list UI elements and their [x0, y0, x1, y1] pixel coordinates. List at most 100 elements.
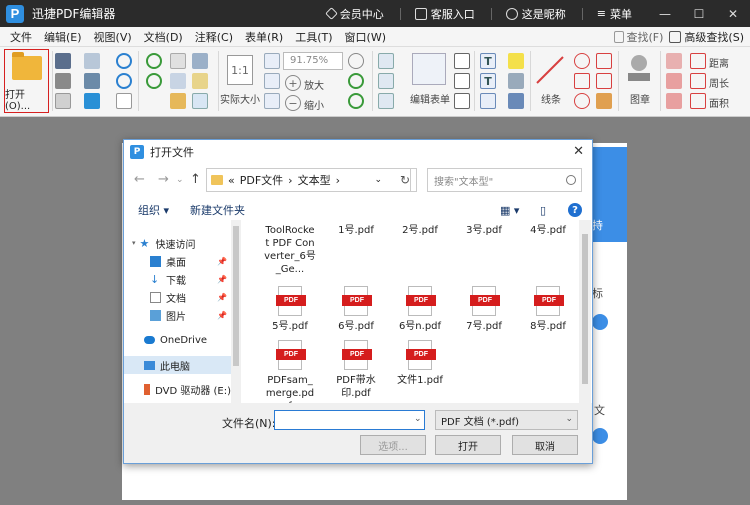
file-list-scrollbar[interactable] [579, 220, 591, 403]
nav-quick-access[interactable]: ▾ ★ 快速访问 [124, 234, 231, 252]
form-button-icon[interactable] [454, 93, 470, 109]
forward-icon[interactable] [146, 73, 162, 89]
redo-icon[interactable] [116, 73, 132, 89]
note-icon[interactable] [508, 53, 524, 69]
customer-service-link[interactable]: 客服入口 [414, 6, 475, 22]
minimize-button[interactable]: — [648, 7, 682, 21]
menu-tools[interactable]: 工具(T) [289, 29, 338, 45]
nav-onedrive[interactable]: OneDrive [124, 331, 231, 349]
ellipse-icon[interactable] [574, 53, 590, 69]
file-item-7[interactable]: PDF 7号.pdf [452, 286, 516, 333]
zoom-out-icon[interactable]: − [285, 95, 301, 111]
dialog-close-icon[interactable]: ✕ [573, 144, 584, 159]
distance-icon[interactable] [690, 53, 706, 69]
nav-documents[interactable]: 文档 📌 [124, 288, 231, 306]
nav-this-pc[interactable]: 此电脑 [124, 356, 231, 374]
nav-forward-icon[interactable]: → [158, 172, 169, 187]
breadcrumb-text-type[interactable]: 文本型 [298, 172, 331, 188]
menu-view[interactable]: 视图(V) [88, 29, 138, 45]
menu-form[interactable]: 表单(R) [239, 29, 289, 45]
file-item-6[interactable]: PDF 6号.pdf [324, 286, 388, 333]
nav-history-icon[interactable]: ⌄ [176, 175, 184, 185]
add-text-icon[interactable] [378, 73, 394, 89]
main-menu-button[interactable]: ≡ 菜单 [597, 6, 632, 22]
pin-icon[interactable]: 📌 [217, 293, 227, 302]
zoom-select[interactable]: 91.75% [283, 52, 343, 70]
preview-pane-icon[interactable]: ▯ [540, 204, 546, 217]
pin-icon[interactable]: 📌 [217, 311, 227, 320]
search-zoom-icon[interactable] [348, 53, 364, 69]
cloud-icon[interactable] [84, 93, 100, 109]
search-input[interactable]: 搜索"文本型" [427, 168, 582, 192]
file-item-pdf-watermark[interactable]: PDF PDF带水印.pdf [324, 340, 388, 400]
attach-icon[interactable] [508, 73, 524, 89]
properties-icon[interactable] [55, 93, 71, 109]
actual-size-icon[interactable]: 1:1 [227, 55, 253, 85]
options-button[interactable]: 选项... [360, 435, 426, 455]
close-button[interactable]: ✕ [716, 7, 750, 21]
file-item-5[interactable]: PDF 5号.pdf [258, 286, 322, 333]
form-check-icon[interactable] [454, 73, 470, 89]
file-item-toolrocket[interactable]: ToolRocket PDF Converter_6号_Ge... [258, 220, 322, 276]
file-item-3[interactable]: 3号.pdf [452, 220, 516, 237]
file-item-2[interactable]: 2号.pdf [388, 220, 452, 237]
scanner-icon[interactable] [84, 73, 100, 89]
filename-dropdown-icon[interactable]: ⌄ [414, 414, 422, 424]
refresh-button[interactable]: ↻ [394, 168, 417, 192]
nav-downloads[interactable]: ↓ 下载 📌 [124, 270, 231, 288]
user-profile[interactable]: 这是昵称 [505, 6, 566, 22]
line-tool-icon[interactable] [535, 55, 565, 85]
nav-back-icon[interactable]: ← [134, 172, 145, 187]
address-bar[interactable]: « PDF文件 › 文本型 › ⌄ [206, 168, 411, 192]
maximize-button[interactable]: ☐ [682, 7, 716, 21]
pencil-icon[interactable] [596, 93, 612, 109]
cancel-button[interactable]: 取消 [512, 435, 578, 455]
snapshot-icon[interactable] [192, 53, 208, 69]
pin-icon[interactable]: 📌 [217, 257, 227, 266]
area-label[interactable]: 面积 [709, 95, 729, 110]
member-center-link[interactable]: 会员中心 [324, 6, 384, 22]
nav-desktop[interactable]: 桌面 📌 [124, 252, 231, 270]
text-box-icon[interactable] [378, 53, 394, 69]
pin-icon[interactable]: 📌 [217, 275, 227, 284]
edit-form-icon[interactable] [412, 53, 446, 85]
file-item-6n[interactable]: PDF 6号n.pdf [388, 286, 452, 333]
file-item-4[interactable]: 4号.pdf [516, 220, 579, 237]
typewriter-icon[interactable]: T [480, 53, 496, 69]
lines-label[interactable]: 线条 [541, 91, 561, 106]
nav-up-icon[interactable]: ↑ [190, 172, 201, 187]
file-item-pdfsam-merge[interactable]: PDF PDFsam_merge.pdf [258, 340, 322, 403]
fit-icon[interactable] [192, 93, 208, 109]
area-icon[interactable] [690, 93, 706, 109]
email-icon[interactable] [84, 53, 100, 69]
edit-object-icon[interactable] [378, 93, 394, 109]
find-button[interactable]: 查找(F) [613, 29, 663, 45]
polygon-icon[interactable] [596, 73, 612, 89]
stamp-icon[interactable] [624, 53, 654, 87]
perimeter-icon[interactable] [690, 73, 706, 89]
address-dropdown-icon[interactable]: ⌄ [374, 175, 382, 185]
callout-icon[interactable] [480, 93, 496, 109]
form-field-icon[interactable] [454, 53, 470, 69]
hand-icon[interactable] [170, 53, 186, 69]
print-icon[interactable] [55, 73, 71, 89]
sound-icon[interactable] [508, 93, 524, 109]
open-button[interactable]: 打开(O)... [4, 49, 49, 113]
breadcrumb-pdf-files[interactable]: PDF文件 [240, 172, 283, 188]
back-icon[interactable] [146, 53, 162, 69]
menu-file[interactable]: 文件 [0, 29, 38, 45]
zoom-out-label[interactable]: 缩小 [304, 97, 324, 112]
fit-page-icon[interactable] [264, 53, 280, 69]
file-item-file1[interactable]: PDF 文件1.pdf [388, 340, 452, 387]
menu-edit[interactable]: 编辑(E) [38, 29, 88, 45]
rotate-ccw-icon[interactable] [348, 93, 364, 109]
organize-button[interactable]: 组织 ▾ [138, 202, 169, 218]
nav-pictures[interactable]: 图片 📌 [124, 306, 231, 324]
zoom-in-icon[interactable]: + [285, 75, 301, 91]
file-item-8[interactable]: PDF 8号.pdf [516, 286, 579, 333]
save-icon[interactable] [55, 53, 71, 69]
nav-pane-scrollbar[interactable] [231, 220, 241, 403]
stamp-label[interactable]: 图章 [630, 91, 650, 106]
menu-document[interactable]: 文档(D) [138, 29, 189, 45]
select-icon[interactable] [170, 73, 186, 89]
